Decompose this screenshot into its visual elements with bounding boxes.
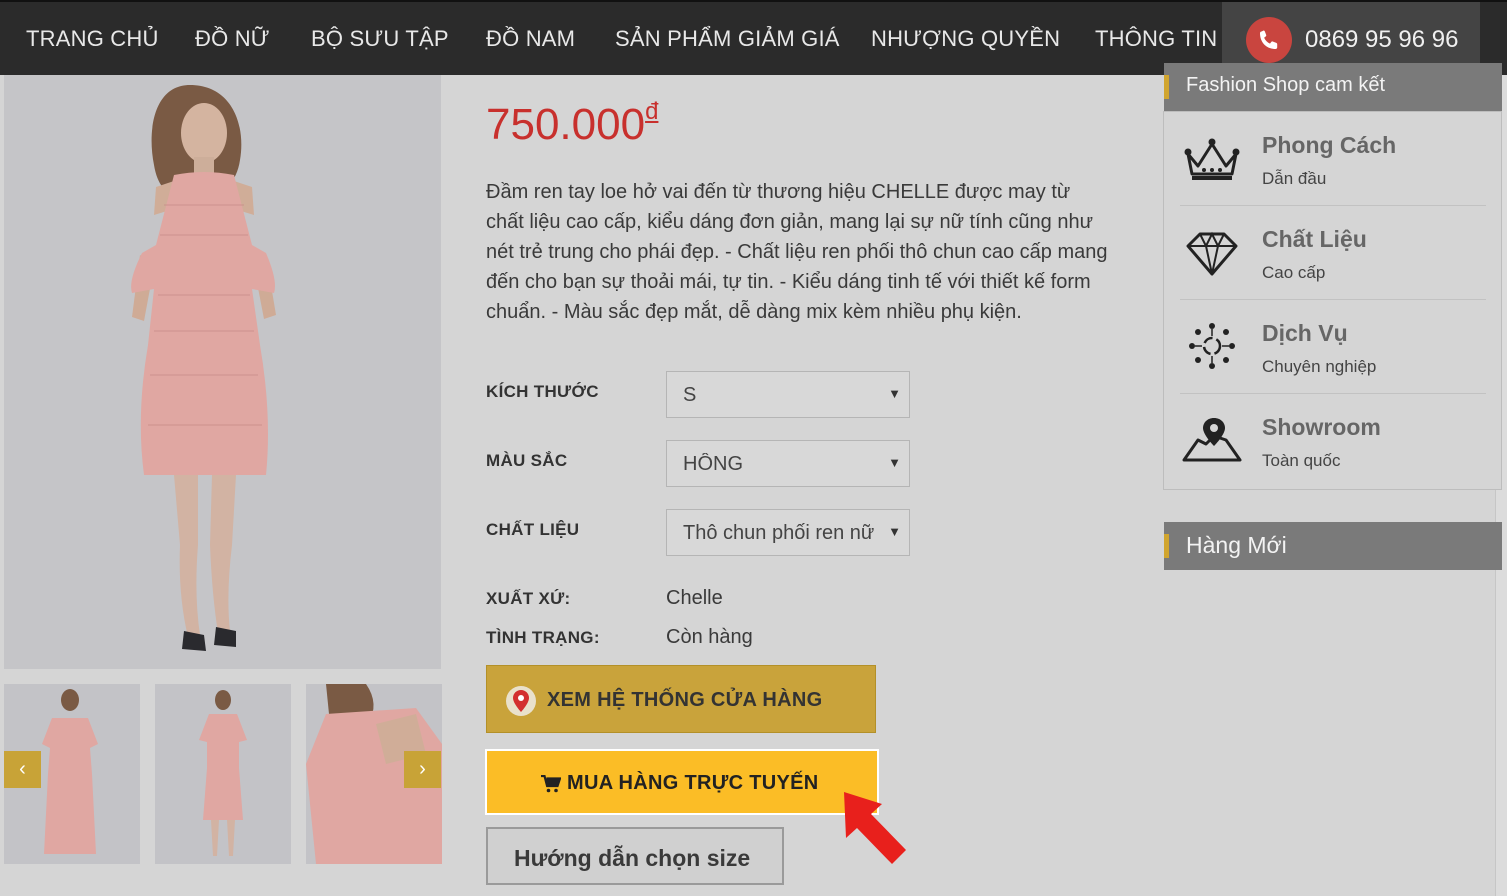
commitment-box: Phong Cách Dẫn đầu Chất Liệu Cao cấp Dịc… <box>1163 111 1502 490</box>
commitment-title-service: Dịch Vụ <box>1262 320 1348 346</box>
commitment-item-material: Chất Liệu Cao cấp <box>1180 206 1486 300</box>
size-label: KÍCH THƯỚC <box>486 382 599 401</box>
material-label: CHẤT LIỆU <box>486 520 580 539</box>
service-icon <box>1189 323 1235 369</box>
color-select[interactable]: HỒNG ▼ <box>666 440 910 487</box>
commitment-header: Fashion Shop cam kết <box>1164 63 1502 111</box>
location-pin-icon <box>506 686 536 716</box>
thumbnail-next-button[interactable]: › <box>404 751 441 788</box>
commitment-title-showroom: Showroom <box>1262 414 1381 440</box>
commitment-item-service: Dịch Vụ Chuyên nghiệp <box>1180 300 1486 394</box>
product-main-image[interactable] <box>4 75 441 669</box>
chevron-down-icon: ▼ <box>888 455 901 470</box>
hotline-number: 0869 95 96 96 <box>1305 26 1459 53</box>
commitment-subtitle-style: Dẫn đầu <box>1262 169 1327 188</box>
size-select-value: S <box>683 384 697 406</box>
new-products-header: Hàng Mới <box>1164 522 1502 570</box>
phone-icon <box>1246 17 1292 63</box>
thumbnail-carousel: ‹ › <box>4 684 442 864</box>
commitment-item-style: Phong Cách Dẫn đầu <box>1180 112 1486 206</box>
view-stores-button[interactable]: XEM HỆ THỐNG CỬA HÀNG <box>486 665 876 733</box>
product-description: Đầm ren tay loe hở vai đến từ thương hiệ… <box>486 181 1108 323</box>
new-products-title: Hàng Mới <box>1186 532 1287 558</box>
nav-item-women[interactable]: ĐỒ NỮ <box>195 26 270 52</box>
commitment-title: Fashion Shop cam kết <box>1186 74 1385 96</box>
crown-icon <box>1184 138 1240 180</box>
nav-item-info[interactable]: THÔNG TIN <box>1095 26 1217 52</box>
red-arrow-icon <box>844 792 906 864</box>
header-accent-bar <box>1164 534 1169 558</box>
commitment-title-style: Phong Cách <box>1262 132 1397 158</box>
status-label: TÌNH TRẠNG: <box>486 628 600 647</box>
buy-online-button[interactable]: MUA HÀNG TRỰC TUYẾN <box>485 749 879 815</box>
commitment-subtitle-showroom: Toàn quốc <box>1262 451 1341 470</box>
map-pin-icon <box>1182 418 1242 462</box>
origin-value: Chelle <box>666 587 723 609</box>
thumbnail-prev-button[interactable]: ‹ <box>4 751 41 788</box>
color-select-value: HỒNG <box>683 453 743 475</box>
size-guide-label: Hướng dẫn chọn size <box>514 845 751 871</box>
thumbnail-2[interactable] <box>155 684 291 864</box>
nav-item-sale[interactable]: SẢN PHẨM GIẢM GIÁ <box>615 26 840 52</box>
chevron-down-icon: ▼ <box>888 386 901 401</box>
material-select-value: Thô chun phối ren nữ <box>683 522 875 544</box>
nav-item-home[interactable]: TRANG CHỦ <box>26 26 159 52</box>
material-select[interactable]: Thô chun phối ren nữ ▼ <box>666 509 910 556</box>
color-label: MÀU SẮC <box>486 451 568 470</box>
nav-item-collections[interactable]: BỘ SƯU TẬP <box>311 26 449 52</box>
cart-icon <box>541 775 561 793</box>
header-accent-bar <box>1164 75 1169 99</box>
origin-label: XUẤT XỨ: <box>486 589 571 608</box>
commitment-item-showroom: Showroom Toàn quốc <box>1180 394 1486 488</box>
buy-online-label: MUA HÀNG TRỰC TUYẾN <box>567 772 819 794</box>
status-value: Còn hàng <box>666 626 753 648</box>
currency-symbol: đ <box>645 98 659 125</box>
diamond-icon <box>1186 231 1238 276</box>
chevron-down-icon: ▼ <box>888 524 901 539</box>
size-guide-button[interactable]: Hướng dẫn chọn size <box>486 827 784 885</box>
product-price: 750.000đ <box>486 98 659 149</box>
nav-item-men[interactable]: ĐỒ NAM <box>486 26 575 52</box>
commitment-subtitle-service: Chuyên nghiệp <box>1262 357 1377 376</box>
nav-item-franchise[interactable]: NHƯỢNG QUYỀN <box>871 26 1060 52</box>
commitment-subtitle-material: Cao cấp <box>1262 263 1326 282</box>
view-stores-label: XEM HỆ THỐNG CỬA HÀNG <box>547 689 823 711</box>
commitment-title-material: Chất Liệu <box>1262 226 1367 252</box>
size-select[interactable]: S ▼ <box>666 371 910 418</box>
